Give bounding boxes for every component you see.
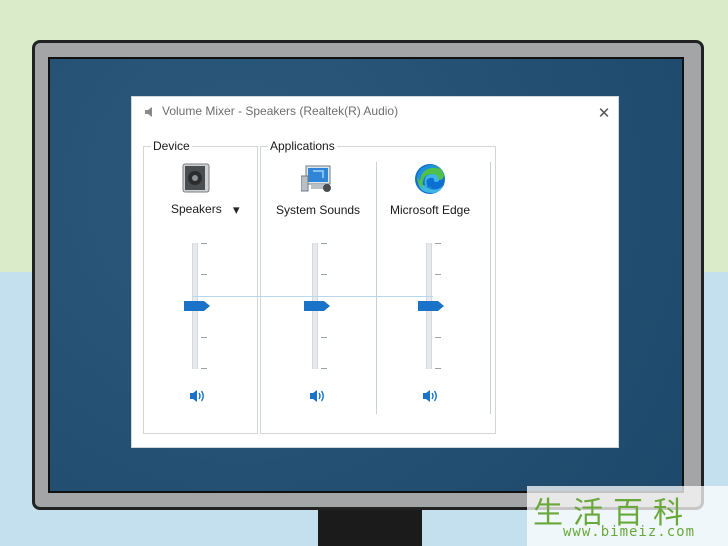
system-sounds-icon	[301, 165, 331, 192]
applications-group-label: Applications	[268, 139, 337, 153]
column-separator	[490, 162, 491, 414]
app-name-system-sounds: System Sounds	[276, 203, 361, 217]
speaker-device-icon	[182, 163, 210, 193]
system-sounds-volume-thumb[interactable]	[304, 301, 330, 311]
microsoft-edge-icon	[415, 164, 445, 194]
applications-group-frame	[260, 146, 496, 434]
watermark-url: www.bimeiz.com	[563, 524, 696, 540]
app-name-microsoft-edge: Microsoft Edge	[390, 203, 471, 217]
device-name-label[interactable]: Speakers	[171, 202, 222, 216]
volume-link-line	[193, 296, 433, 297]
close-button[interactable]: ✕	[593, 102, 615, 124]
speaker-title-icon	[145, 107, 152, 117]
microsoft-edge-mute-button[interactable]	[422, 389, 440, 403]
system-sounds-volume-slider[interactable]	[304, 243, 330, 369]
microsoft-edge-volume-thumb[interactable]	[418, 301, 444, 311]
system-sounds-mute-button[interactable]	[309, 389, 327, 403]
device-mute-button[interactable]	[189, 389, 207, 403]
watermark: 生活百科 www.bimeiz.com	[527, 486, 728, 546]
title-bar[interactable]: Volume Mixer - Speakers (Realtek(R) Audi…	[132, 97, 618, 127]
device-dropdown-icon[interactable]: ▾	[233, 203, 240, 218]
device-volume-thumb[interactable]	[184, 301, 210, 311]
column-separator	[376, 162, 377, 414]
device-group-label: Device	[151, 139, 192, 153]
monitor-stand	[318, 510, 422, 546]
window-title: Volume Mixer - Speakers (Realtek(R) Audi…	[162, 104, 399, 118]
microsoft-edge-volume-slider[interactable]	[418, 243, 444, 369]
device-volume-slider[interactable]	[184, 243, 210, 369]
